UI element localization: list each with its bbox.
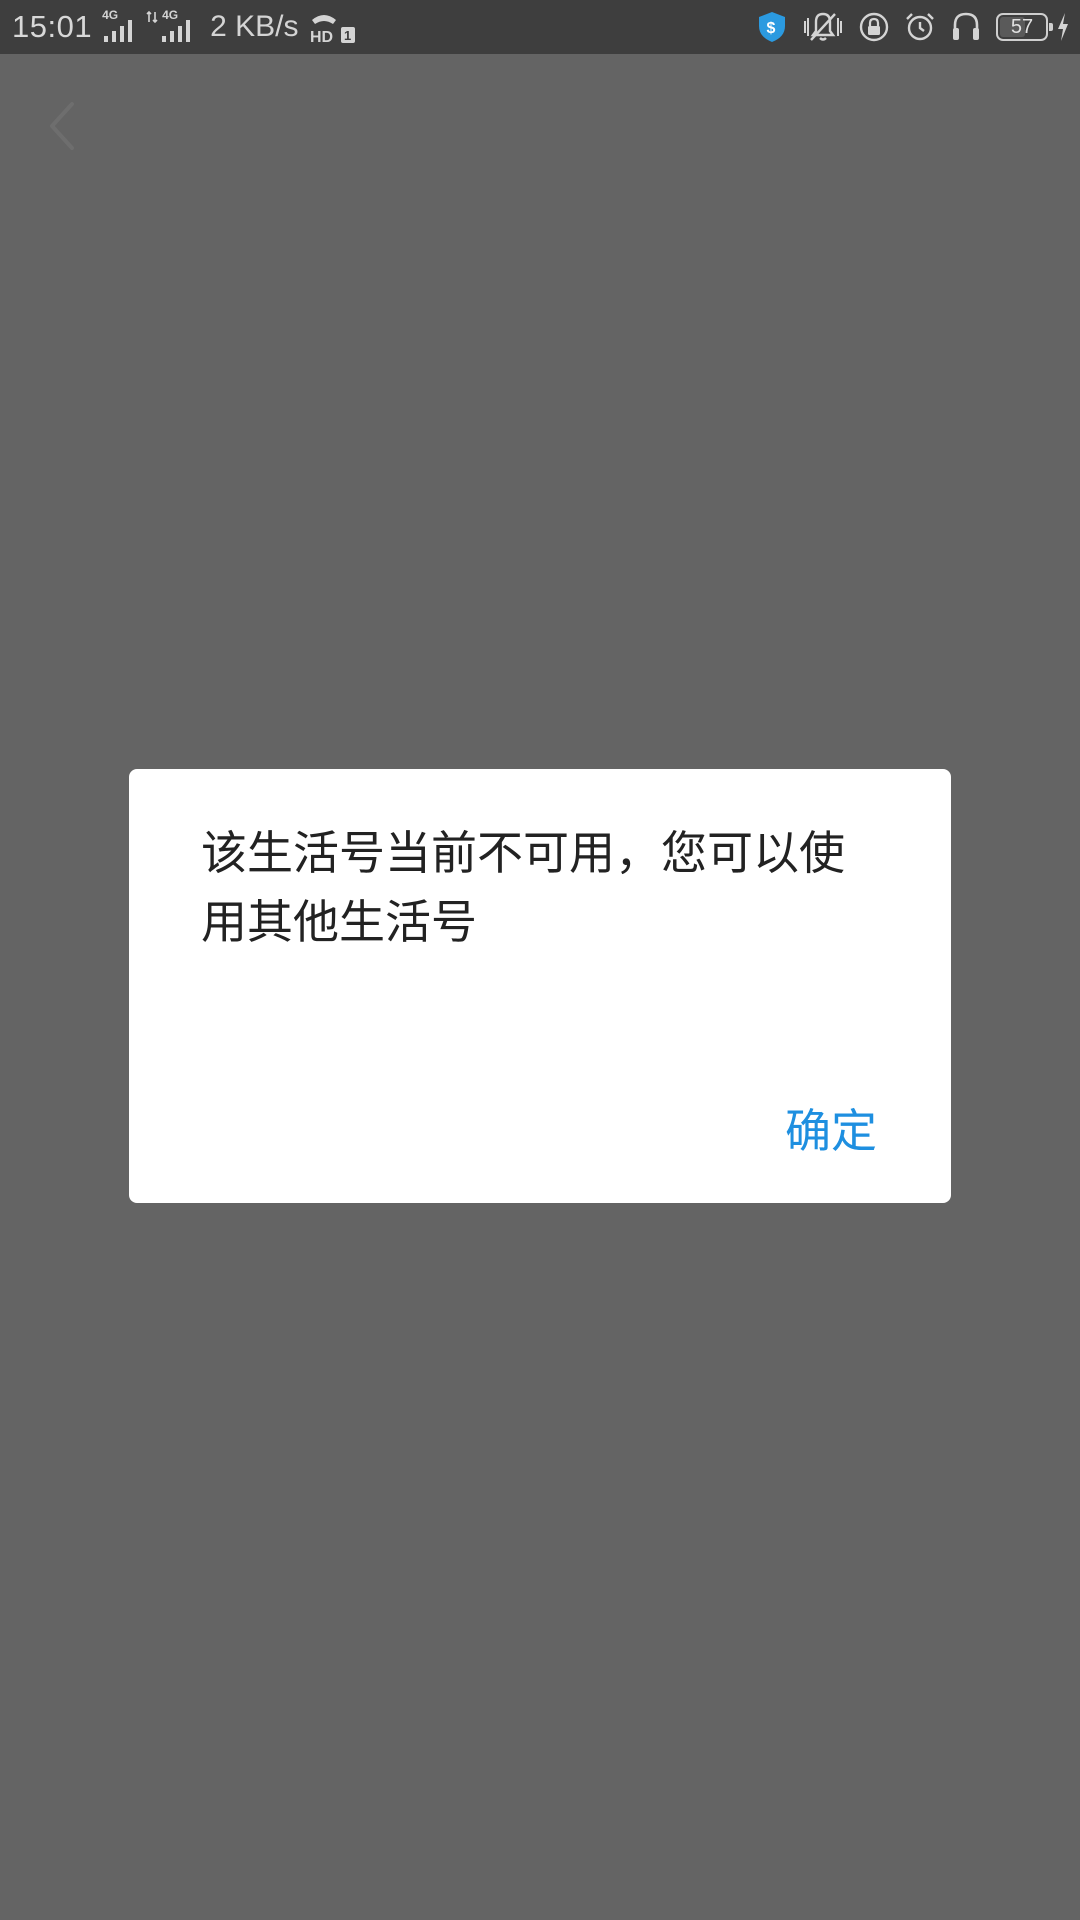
network-type-label-2: 4G <box>162 8 179 22</box>
signal-icon-2: 4G <box>146 8 198 44</box>
status-bar: 15:01 4G 4G 2 KB/s HD 1 $ 57 <box>0 0 1080 54</box>
svg-text:1: 1 <box>344 28 351 43</box>
confirm-button[interactable]: 确定 <box>785 1095 877 1161</box>
back-chevron-icon[interactable] <box>40 96 90 156</box>
alert-dialog: 该生活号当前不可用，您可以使用其他生活号 确定 <box>129 769 951 1203</box>
svg-text:HD: HD <box>310 29 333 44</box>
battery-icon: 57 <box>996 13 1053 41</box>
network-type-label: 4G <box>102 8 119 22</box>
vibrate-icon <box>804 12 842 41</box>
security-shield-icon: $ <box>759 12 785 42</box>
battery-percentage: 57 <box>1010 15 1034 38</box>
screen: 15:01 4G 4G 2 KB/s HD 1 $ 57 该生活号当前不可用，您… <box>0 0 1080 1920</box>
dialog-message: 该生活号当前不可用，您可以使用其他生活号 <box>201 826 845 949</box>
lock-rotation-icon <box>859 12 889 42</box>
svg-text:$: $ <box>767 20 776 37</box>
charging-icon <box>1058 13 1068 41</box>
status-time: 15:01 <box>12 9 93 44</box>
hd-call-icon: HD 1 <box>308 10 358 44</box>
signal-icon: 4G <box>102 8 140 44</box>
network-speed: 2 KB/s <box>210 10 299 43</box>
headset-icon <box>953 12 979 40</box>
alarm-icon <box>906 13 934 41</box>
status-bar-right: $ 57 <box>756 0 1070 54</box>
status-bar-left: 15:01 4G 4G 2 KB/s HD 1 <box>12 0 358 54</box>
data-arrows-icon <box>146 10 158 24</box>
